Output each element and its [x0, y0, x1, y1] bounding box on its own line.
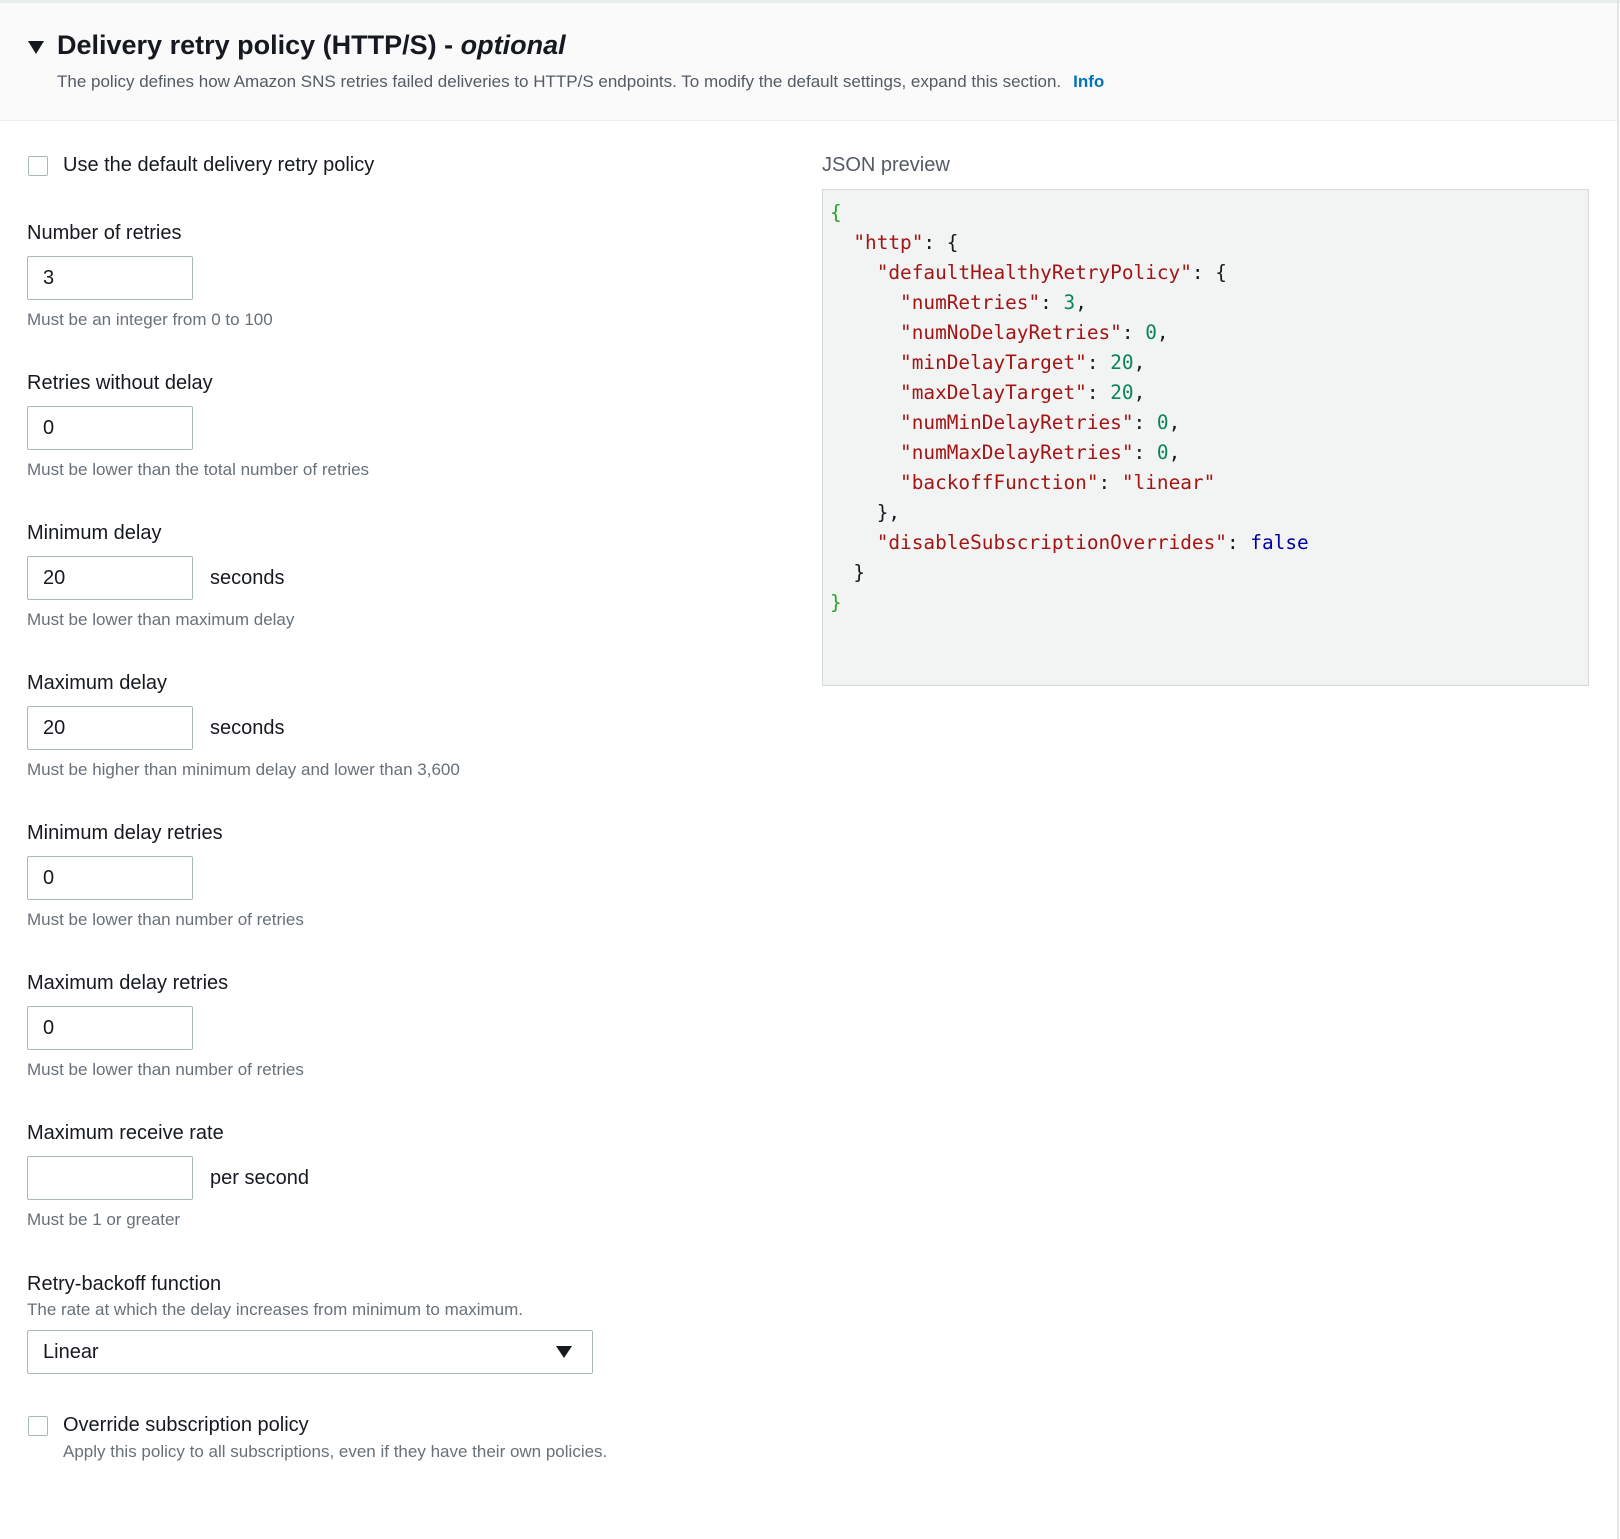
field-label: Minimum delay	[27, 522, 162, 544]
json-token: "defaultHealthyRetryPolicy"	[876, 261, 1192, 284]
json-line: {	[830, 201, 842, 224]
json-line: "defaultHealthyRetryPolicy": {	[830, 261, 1227, 284]
json-line: "backoffFunction": "linear"	[830, 471, 1215, 494]
json-code: { "http": { "defaultHealthyRetryPolicy":…	[830, 198, 1309, 618]
dropdown-arrow-icon	[556, 1346, 572, 1358]
json-token: 0	[1156, 441, 1169, 464]
field-input[interactable]	[27, 556, 193, 600]
json-line: "disableSubscriptionOverrides": false	[830, 531, 1309, 554]
backoff-label: Retry-backoff function	[27, 1273, 222, 1295]
json-token: :	[1086, 351, 1111, 374]
json-token: "backoffFunction"	[900, 471, 1099, 494]
json-token: :	[1086, 381, 1111, 404]
override-label[interactable]: Override subscription policy	[63, 1414, 309, 1437]
field-label: Maximum delay	[27, 672, 168, 694]
json-token: "linear"	[1121, 471, 1216, 494]
json-token: 0	[1145, 321, 1157, 344]
override-description: Apply this policy to all subscriptions, …	[63, 1442, 608, 1461]
json-token: "disableSubscriptionOverrides"	[876, 531, 1227, 554]
json-line: "numNoDelayRetries": 0,	[830, 321, 1169, 344]
json-line: }	[830, 591, 842, 614]
json-token: },	[876, 501, 901, 524]
json-token: "minDelayTarget"	[900, 351, 1087, 374]
json-token: ,	[1168, 411, 1181, 434]
json-token: :	[1040, 291, 1064, 314]
json-token: "maxDelayTarget"	[900, 381, 1087, 404]
field-unit: seconds	[210, 717, 285, 739]
field-label: Maximum delay retries	[27, 972, 229, 994]
section-description: The policy defines how Amazon SNS retrie…	[57, 72, 1104, 92]
json-token: :	[1133, 411, 1157, 434]
field-hint: Must be 1 or greater	[27, 1210, 181, 1229]
field-input[interactable]	[27, 256, 193, 300]
title-optional: optional	[460, 30, 566, 60]
caret-down-icon[interactable]	[28, 41, 44, 54]
json-token: "numMaxDelayRetries"	[900, 441, 1134, 464]
json-line: }	[830, 561, 865, 584]
json-token: 20	[1110, 351, 1134, 374]
json-token: "numNoDelayRetries"	[900, 321, 1122, 344]
field-hint: Must be lower than number of retries	[27, 910, 304, 929]
info-link[interactable]: Info	[1073, 72, 1104, 91]
json-token: : {	[1191, 261, 1227, 284]
backoff-select[interactable]: Linear	[27, 1330, 593, 1374]
json-token: 3	[1063, 291, 1076, 314]
field-label: Maximum receive rate	[27, 1122, 224, 1144]
field-input[interactable]	[27, 1156, 193, 1200]
field-hint: Must be lower than maximum delay	[27, 610, 295, 629]
field-label: Minimum delay retries	[27, 822, 223, 844]
json-token: ,	[1075, 291, 1087, 314]
section-header: Delivery retry policy (HTTP/S) - optiona…	[0, 3, 1617, 121]
field-hint: Must be lower than the total number of r…	[27, 460, 370, 479]
field-hint: Must be an integer from 0 to 100	[27, 310, 273, 329]
json-token: ,	[1156, 321, 1169, 344]
json-line: "maxDelayTarget": 20,	[830, 381, 1145, 404]
json-token: :	[1226, 531, 1251, 554]
json-token: :	[1133, 441, 1157, 464]
override-checkbox[interactable]	[28, 1416, 48, 1436]
json-preview-box: { "http": { "defaultHealthyRetryPolicy":…	[822, 189, 1589, 686]
json-line: },	[830, 501, 900, 524]
right-border	[1617, 0, 1619, 1539]
json-token: "numMinDelayRetries"	[900, 411, 1134, 434]
field-unit: seconds	[210, 567, 285, 589]
field-input[interactable]	[27, 856, 193, 900]
section-title[interactable]: Delivery retry policy (HTTP/S) - optiona…	[57, 30, 566, 61]
json-token: :	[1121, 321, 1146, 344]
field-input[interactable]	[27, 1006, 193, 1050]
field-label: Retries without delay	[27, 372, 213, 394]
json-token: 0	[1156, 411, 1169, 434]
json-token: 20	[1110, 381, 1134, 404]
json-line: "http": {	[830, 231, 958, 254]
field-input[interactable]	[27, 406, 193, 450]
title-text: Delivery retry policy (HTTP/S) -	[57, 30, 461, 60]
json-token: false	[1250, 531, 1309, 554]
use-default-checkbox[interactable]	[28, 156, 48, 176]
json-token: :	[1098, 471, 1122, 494]
field-input[interactable]	[27, 706, 193, 750]
json-token: : {	[923, 231, 959, 254]
json-token: {	[830, 201, 842, 224]
json-token: ,	[1133, 351, 1146, 374]
field-unit: per second	[210, 1167, 309, 1189]
json-token: ,	[1168, 441, 1181, 464]
json-token: ,	[1133, 381, 1146, 404]
field-hint: Must be higher than minimum delay and lo…	[27, 760, 460, 779]
json-line: "numMaxDelayRetries": 0,	[830, 441, 1180, 464]
field-hint: Must be lower than number of retries	[27, 1060, 304, 1079]
use-default-label[interactable]: Use the default delivery retry policy	[63, 154, 374, 177]
json-line: "numRetries": 3,	[830, 291, 1087, 314]
backoff-selected-value: Linear	[43, 1341, 99, 1363]
field-label: Number of retries	[27, 222, 182, 244]
json-preview-label: JSON preview	[822, 154, 950, 176]
json-token: }	[853, 561, 866, 584]
json-token: "numRetries"	[900, 291, 1041, 314]
json-token: "http"	[853, 231, 924, 254]
json-line: "numMinDelayRetries": 0,	[830, 411, 1180, 434]
json-line: "minDelayTarget": 20,	[830, 351, 1145, 374]
backoff-description: The rate at which the delay increases fr…	[27, 1300, 524, 1319]
description-text: The policy defines how Amazon SNS retrie…	[57, 72, 1062, 91]
json-token: }	[830, 591, 842, 614]
